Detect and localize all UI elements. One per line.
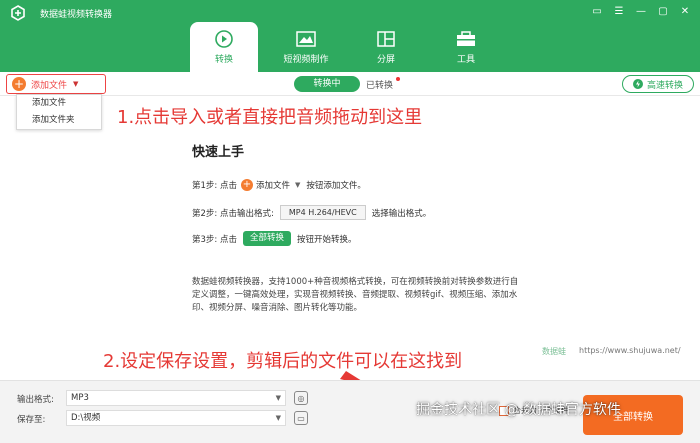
folder-icon[interactable]: ▭ [294, 411, 308, 425]
add-file-label: 添加文件 [31, 80, 68, 91]
short-video-icon [296, 30, 316, 48]
tab-split-screen[interactable]: 分屏 [346, 22, 426, 72]
plus-icon: + [240, 179, 253, 191]
menu-icon[interactable]: ☰ [610, 4, 628, 20]
step-1-suffix: 按钮添加文件。 [306, 181, 366, 191]
tab-tools[interactable]: 工具 [426, 22, 506, 72]
step-2-suffix: 选择输出格式。 [371, 208, 432, 219]
chevron-down-icon: ▼ [73, 80, 79, 88]
chevron-down-icon: ▼ [275, 394, 281, 402]
step-2-prefix: 第2步: 点击输出格式: [192, 208, 274, 219]
toolbox-icon [456, 30, 476, 48]
output-format-label: 输出格式: [17, 395, 54, 405]
maximize-icon[interactable]: ▢ [654, 4, 672, 20]
toolbar: + 添加文件 ▼ 转换中 已转换 高速转换 [0, 72, 700, 96]
window-controls: ▭ ☰ — ▢ ✕ [588, 4, 694, 20]
annotation-step-1: 1.点击导入或者直接把音频拖动到这里 [117, 107, 423, 128]
high-speed-label: 高速转换 [646, 80, 683, 91]
close-icon[interactable]: ✕ [676, 4, 694, 20]
step-2: 第2步: 点击输出格式: MP4 H.264/HEVC 选择输出格式。 [192, 205, 431, 220]
step-3: 第3步: 点击 全部转换 按钮开始转换。 [192, 231, 357, 246]
tab-label: 分屏 [376, 54, 395, 65]
tab-converting[interactable]: 转换中 [294, 76, 360, 92]
app-logo-icon [11, 5, 25, 21]
add-file-dropdown: 添加文件 添加文件夹 [16, 94, 102, 130]
split-screen-icon [376, 30, 396, 48]
menu-item-add-folder[interactable]: 添加文件夹 [17, 112, 101, 129]
add-file-button[interactable]: + 添加文件 ▼ [6, 74, 106, 94]
feedback-icon[interactable]: ▭ [588, 4, 606, 20]
tab-converted[interactable]: 已转换 [366, 78, 393, 91]
main-tabs: 转换 短视频制作 分屏 工具 [190, 22, 506, 72]
product-description: 数据蛙视频转换器，支持1000+种音视频格式转换，可在视频转换前对转换参数进行自… [192, 277, 519, 313]
title-bar: 数据蛙视频转换器 ▭ ☰ — ▢ ✕ 转换 短视频制作 分屏 工具 [0, 0, 700, 72]
minimize-icon[interactable]: — [632, 4, 650, 20]
plus-icon: + [12, 77, 26, 91]
annotation-step-2: 2.设定保存设置，剪辑后的文件可以在这找到 [103, 351, 463, 372]
format-chip[interactable]: MP4 H.264/HEVC [279, 205, 366, 220]
step-1: 第1步: 点击 + 添加文件 ▼ 按钮添加文件。 [192, 179, 366, 191]
high-speed-button[interactable]: 高速转换 [622, 75, 694, 93]
format-settings-icon[interactable]: ◎ [294, 391, 308, 405]
step-1-button-label[interactable]: 添加文件 [256, 179, 290, 191]
tab-label: 短视频制作 [283, 54, 329, 65]
tab-label: 转换 [214, 54, 233, 65]
brand-mark: 数据蛙 [542, 347, 566, 356]
quick-start-title: 快速上手 [192, 145, 245, 160]
tab-short-video[interactable]: 短视频制作 [266, 22, 346, 72]
output-format-value: MP3 [71, 393, 89, 403]
menu-item-add-file[interactable]: 添加文件 [17, 95, 101, 112]
lightning-icon [632, 79, 643, 89]
step-3-prefix: 第3步: 点击 [192, 234, 237, 245]
save-path-select[interactable]: D:\视频 ▼ [66, 410, 286, 426]
save-to-label: 保存至: [17, 415, 46, 425]
convert-all-chip[interactable]: 全部转换 [242, 231, 291, 246]
tab-convert[interactable]: 转换 [190, 22, 258, 72]
step-1-prefix: 第1步: 点击 [192, 181, 237, 191]
tab-label: 工具 [456, 54, 475, 65]
chevron-down-icon: ▼ [295, 181, 301, 189]
convert-icon [214, 29, 234, 48]
step-3-suffix: 按钮开始转换。 [297, 234, 357, 245]
save-path-value: D:\视频 [71, 413, 101, 423]
app-title: 数据蛙视频转换器 [40, 10, 113, 20]
output-format-select[interactable]: MP3 ▼ [66, 390, 286, 406]
notification-dot [396, 77, 400, 81]
brand-url[interactable]: https://www.shujuwa.net/ [579, 346, 681, 355]
watermark: 掘金技术社区 @ 数据蛙官方软件 [416, 402, 621, 418]
chevron-down-icon: ▼ [275, 414, 281, 422]
